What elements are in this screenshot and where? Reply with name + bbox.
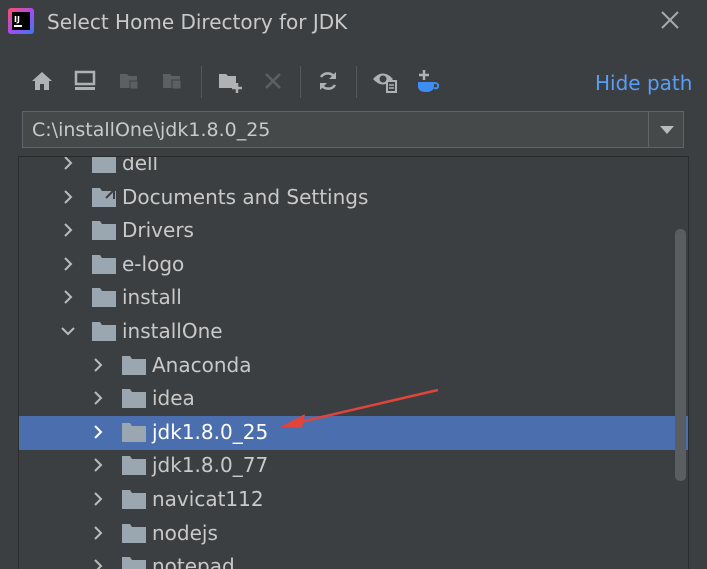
tree-row-label: Documents and Settings xyxy=(122,184,369,209)
chevron-right-icon[interactable] xyxy=(89,356,107,374)
refresh-button[interactable] xyxy=(313,66,343,96)
java-download-button[interactable] xyxy=(413,66,443,96)
toolbar: Hide path xyxy=(0,62,707,102)
chevron-down-icon[interactable] xyxy=(59,322,77,340)
module-button[interactable] xyxy=(157,66,187,96)
project-icon xyxy=(120,74,139,90)
project-button[interactable] xyxy=(114,66,144,96)
chevron-right-icon[interactable] xyxy=(89,389,107,407)
close-icon[interactable] xyxy=(656,6,684,34)
tree-row[interactable]: notepad xyxy=(19,550,688,569)
folder-icon xyxy=(92,288,116,308)
java-download-icon xyxy=(418,70,440,92)
tree-row[interactable]: nodejs xyxy=(19,517,688,551)
chevron-right-icon[interactable] xyxy=(59,255,77,273)
tree-row[interactable]: e-logo xyxy=(19,248,688,282)
desktop-button[interactable] xyxy=(70,66,100,96)
tree-row[interactable]: installOne xyxy=(19,315,688,349)
folder-icon xyxy=(122,523,146,543)
path-input[interactable] xyxy=(23,112,647,147)
show-hidden-icon xyxy=(373,73,397,93)
path-dropdown-button[interactable] xyxy=(648,112,684,147)
tree-row-label: jdk1.8.0_25 xyxy=(152,419,269,444)
tree-row-label: jdk1.8.0_77 xyxy=(152,453,269,478)
tree-row-label: install xyxy=(122,285,182,310)
show-hidden-button[interactable] xyxy=(370,66,400,96)
directory-tree[interactable]: dell Documents and Settings Drivers e-logo i… xyxy=(18,156,689,569)
toolbar-separator xyxy=(201,66,202,98)
tree-row[interactable]: navicat112 xyxy=(19,483,688,517)
chevron-down-icon xyxy=(659,125,674,134)
tree-row-label: navicat112 xyxy=(152,487,264,511)
chevron-right-icon[interactable] xyxy=(89,557,107,569)
folder-icon xyxy=(92,254,116,274)
tree-row[interactable]: idea xyxy=(19,382,688,416)
svg-text:IJ: IJ xyxy=(14,15,20,24)
tree-scrollbar[interactable] xyxy=(675,229,686,481)
tree-row[interactable]: jdk1.8.0_25 xyxy=(19,415,688,450)
tree-row-label: installOne xyxy=(122,319,223,343)
home-button[interactable] xyxy=(27,66,57,96)
folder-icon xyxy=(92,157,116,173)
tree-row[interactable]: Drivers xyxy=(19,214,688,248)
chevron-right-icon[interactable] xyxy=(59,188,77,206)
delete-icon xyxy=(265,73,281,89)
new-folder-button[interactable] xyxy=(215,66,245,96)
toolbar-separator xyxy=(300,66,301,98)
folder-icon xyxy=(122,456,146,476)
folder-icon xyxy=(122,490,146,509)
tree-row-label: idea xyxy=(152,386,195,411)
tree-row-label: e-logo xyxy=(122,251,185,276)
hide-path-link[interactable]: Hide path xyxy=(595,70,692,96)
chevron-right-icon[interactable] xyxy=(59,288,77,306)
tree-row[interactable]: install xyxy=(19,281,688,315)
title-bar: IJ Select Home Directory for JDK xyxy=(0,0,707,46)
new-folder-icon xyxy=(219,74,242,93)
chevron-right-icon[interactable] xyxy=(59,156,77,172)
path-combobox xyxy=(22,111,684,148)
tree-row-label: Drivers xyxy=(122,218,194,243)
tree-row-label: dell xyxy=(122,156,159,175)
module-icon xyxy=(163,74,182,90)
folder-icon xyxy=(122,422,146,442)
folder-icon xyxy=(122,557,146,569)
chevron-right-icon[interactable] xyxy=(59,221,77,239)
intellij-logo-icon: IJ xyxy=(8,8,34,34)
home-icon xyxy=(32,72,52,90)
chevron-right-icon[interactable] xyxy=(89,490,107,508)
window-title: Select Home Directory for JDK xyxy=(47,10,348,34)
folder-icon xyxy=(122,389,146,409)
chevron-right-icon[interactable] xyxy=(89,423,107,441)
tree-row[interactable]: jdk1.8.0_77 xyxy=(19,449,688,483)
folder-icon xyxy=(122,355,146,375)
tree-row[interactable]: Anaconda xyxy=(19,349,688,383)
desktop-icon xyxy=(74,70,96,90)
toolbar-separator xyxy=(356,66,357,98)
chevron-right-icon[interactable] xyxy=(89,456,107,474)
chevron-right-icon[interactable] xyxy=(89,524,107,542)
delete-button[interactable] xyxy=(258,66,288,96)
folder-icon xyxy=(92,322,116,341)
tree-row-label: nodejs xyxy=(152,520,218,545)
refresh-icon xyxy=(319,72,337,90)
tree-row[interactable]: dell xyxy=(19,156,688,181)
folder-icon xyxy=(92,187,116,207)
tree-row[interactable]: Documents and Settings xyxy=(19,181,688,215)
folder-icon xyxy=(92,221,116,241)
tree-row-label: Anaconda xyxy=(152,352,252,377)
tree-row-label: notepad xyxy=(152,554,235,569)
